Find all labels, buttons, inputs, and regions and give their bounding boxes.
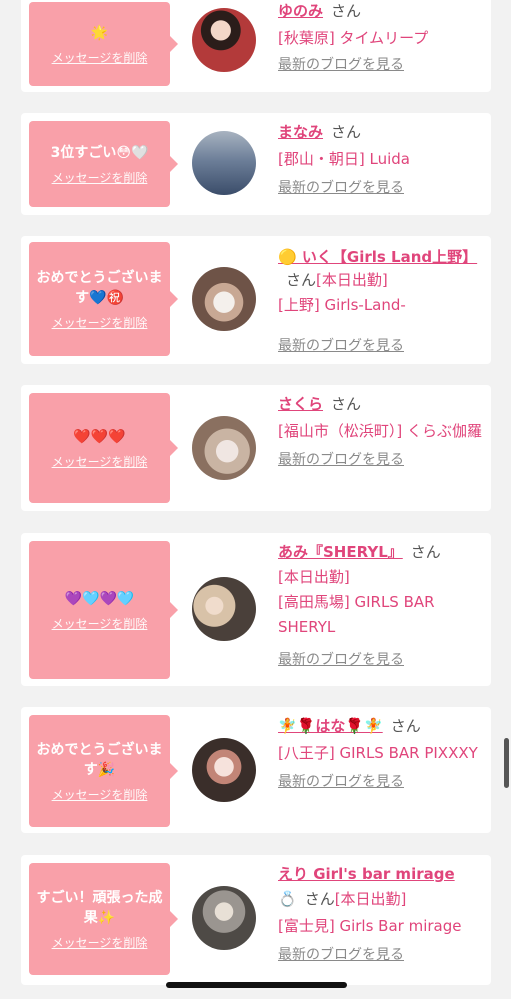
honorific: さん bbox=[390, 717, 421, 735]
delete-message-link[interactable]: メッセージを削除 bbox=[52, 453, 148, 470]
message-bubble: おめでとうございます🎉 メッセージを削除 bbox=[29, 715, 178, 827]
shop-name: [郡山・朝日] Luida bbox=[278, 150, 410, 168]
status-badge: [本日出勤] bbox=[334, 890, 407, 908]
avatar[interactable] bbox=[192, 416, 256, 480]
honorific: さん bbox=[304, 890, 335, 908]
message-text: おめでとうございます🎉 bbox=[36, 741, 163, 778]
list-item: すごい！頑張った成果✨ メッセージを削除 えり Girl's bar mirag… bbox=[21, 855, 491, 985]
cast-name-link[interactable]: まなみ bbox=[278, 123, 323, 141]
message-bubble: 🌟 メッセージを削除 bbox=[29, 2, 178, 86]
avatar[interactable] bbox=[192, 886, 256, 950]
message-text: おめでとうございます💙㊗️ bbox=[36, 269, 163, 306]
message-bubble: 3位すごい😳🤍 メッセージを削除 bbox=[29, 121, 178, 207]
message-text: 💜🩵💜🩵 bbox=[64, 590, 135, 607]
message-text: すごい！頑張った成果✨ bbox=[36, 889, 163, 926]
message-bubble: 💜🩵💜🩵 メッセージを削除 bbox=[29, 541, 178, 679]
home-indicator[interactable] bbox=[166, 982, 347, 988]
message-bubble: おめでとうございます💙㊗️ メッセージを削除 bbox=[29, 242, 178, 356]
message-text: 3位すごい😳🤍 bbox=[50, 144, 149, 161]
list-item: おめでとうございます🎉 メッセージを削除 🧚🌹はな🌹🧚 さん [八王子] GIRL… bbox=[21, 707, 491, 833]
shop-name: [八王子] GIRLS BAR PIXXXY bbox=[278, 744, 478, 762]
cast-name-link[interactable]: 🟡 いく【Girls Land上野】 bbox=[278, 248, 477, 266]
blog-link[interactable]: 最新のブログを見る bbox=[278, 650, 483, 670]
message-bubble: ❤️❤️❤️ メッセージを削除 bbox=[29, 393, 178, 503]
blog-link[interactable]: 最新のブログを見る bbox=[278, 178, 483, 198]
shop-name: [上野] Girls-Land- bbox=[278, 296, 406, 314]
delete-message-link[interactable]: メッセージを削除 bbox=[52, 786, 148, 803]
avatar[interactable] bbox=[192, 577, 256, 641]
status-badge: [本日出勤] bbox=[316, 271, 388, 289]
cast-name-link[interactable]: あみ『SHERYL』 bbox=[278, 543, 403, 561]
blog-link[interactable]: 最新のブログを見る bbox=[278, 55, 483, 75]
delete-message-link[interactable]: メッセージを削除 bbox=[52, 49, 148, 66]
list-item: 💜🩵💜🩵 メッセージを削除 あみ『SHERYL』 さん [本日出勤] [高田馬場]… bbox=[21, 533, 491, 686]
blog-link[interactable]: 最新のブログを見る bbox=[278, 772, 483, 792]
honorific: さん bbox=[286, 271, 317, 289]
honorific: さん bbox=[331, 2, 362, 20]
delete-message-link[interactable]: メッセージを削除 bbox=[52, 934, 148, 951]
honorific: さん bbox=[331, 395, 362, 413]
ring-icon: 💍 bbox=[278, 890, 297, 908]
scrollbar[interactable] bbox=[504, 738, 509, 788]
blog-link[interactable]: 最新のブログを見る bbox=[278, 336, 483, 356]
shop-name: [秋葉原] タイムリープ bbox=[278, 29, 429, 47]
delete-message-link[interactable]: メッセージを削除 bbox=[52, 314, 148, 331]
avatar[interactable] bbox=[192, 131, 256, 195]
avatar[interactable] bbox=[192, 738, 256, 802]
shop-name: [富士見] Girls Bar mirage bbox=[278, 917, 462, 935]
delete-message-link[interactable]: メッセージを削除 bbox=[52, 169, 148, 186]
cast-name-link[interactable]: えり Girl's bar mirage bbox=[278, 865, 455, 883]
honorific: さん bbox=[331, 123, 362, 141]
shop-name: [福山市（松浜町）] くらぶ伽羅 bbox=[278, 422, 482, 440]
honorific: さん bbox=[410, 543, 441, 561]
cast-name-link[interactable]: 🧚🌹はな🌹🧚 bbox=[278, 717, 383, 735]
avatar[interactable] bbox=[192, 267, 256, 331]
message-bubble: すごい！頑張った成果✨ メッセージを削除 bbox=[29, 863, 178, 975]
delete-message-link[interactable]: メッセージを削除 bbox=[52, 615, 148, 632]
message-text: ❤️❤️❤️ bbox=[73, 428, 126, 445]
status-badge: [本日出勤] bbox=[278, 568, 350, 586]
blog-link[interactable]: 最新のブログを見る bbox=[278, 450, 483, 470]
list-item: ❤️❤️❤️ メッセージを削除 さくら さん [福山市（松浜町）] くらぶ伽羅 最… bbox=[21, 385, 491, 511]
cast-name-link[interactable]: ゆのみ bbox=[278, 2, 323, 20]
shop-name: [高田馬場] GIRLS BAR SHERYL bbox=[278, 593, 435, 636]
list-item: おめでとうございます💙㊗️ メッセージを削除 🟡 いく【Girls Land上野… bbox=[21, 236, 491, 364]
list-item: 3位すごい😳🤍 メッセージを削除 まなみ さん [郡山・朝日] Luida 最新の… bbox=[21, 113, 491, 215]
avatar[interactable] bbox=[192, 8, 256, 72]
list-item: 🌟 メッセージを削除 ゆのみ さん [秋葉原] タイムリープ 最新のブログを見る bbox=[21, 0, 491, 92]
cast-name-link[interactable]: さくら bbox=[278, 395, 323, 413]
message-text: 🌟 bbox=[90, 24, 109, 41]
blog-link[interactable]: 最新のブログを見る bbox=[278, 945, 483, 965]
